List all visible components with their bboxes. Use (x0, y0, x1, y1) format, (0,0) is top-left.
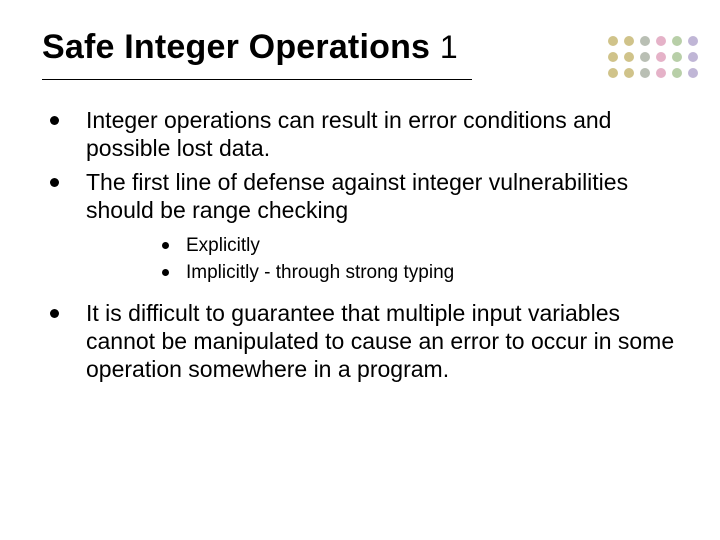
sub-bullet-text: Explicitly (186, 235, 260, 256)
bullet-text: It is difficult to guarantee that multip… (86, 300, 674, 382)
sub-bullet-list: Explicitly Implicitly - through strong t… (156, 234, 678, 284)
title-main: Safe Integer Operations (42, 28, 430, 66)
bullet-text: Integer operations can result in error c… (86, 107, 611, 161)
slide-title: Safe Integer Operations 1 (42, 28, 458, 77)
sub-bullet-item: Implicitly - through strong typing (156, 261, 678, 284)
bullet-item: Integer operations can result in error c… (42, 106, 678, 162)
sub-bullet-text: Implicitly - through strong typing (186, 262, 454, 283)
slide: Safe Integer Operations 1 Integer operat… (0, 0, 720, 540)
title-underline (42, 79, 472, 80)
bullet-item: It is difficult to guarantee that multip… (42, 299, 678, 383)
title-number: 1 (440, 29, 458, 65)
bullet-text: The first line of defense against intege… (86, 169, 628, 223)
bullet-list: Integer operations can result in error c… (42, 106, 678, 383)
bullet-item: The first line of defense against intege… (42, 168, 678, 284)
slide-body: Integer operations can result in error c… (42, 106, 678, 383)
title-block: Safe Integer Operations 1 (42, 28, 678, 80)
sub-bullet-item: Explicitly (156, 234, 678, 257)
